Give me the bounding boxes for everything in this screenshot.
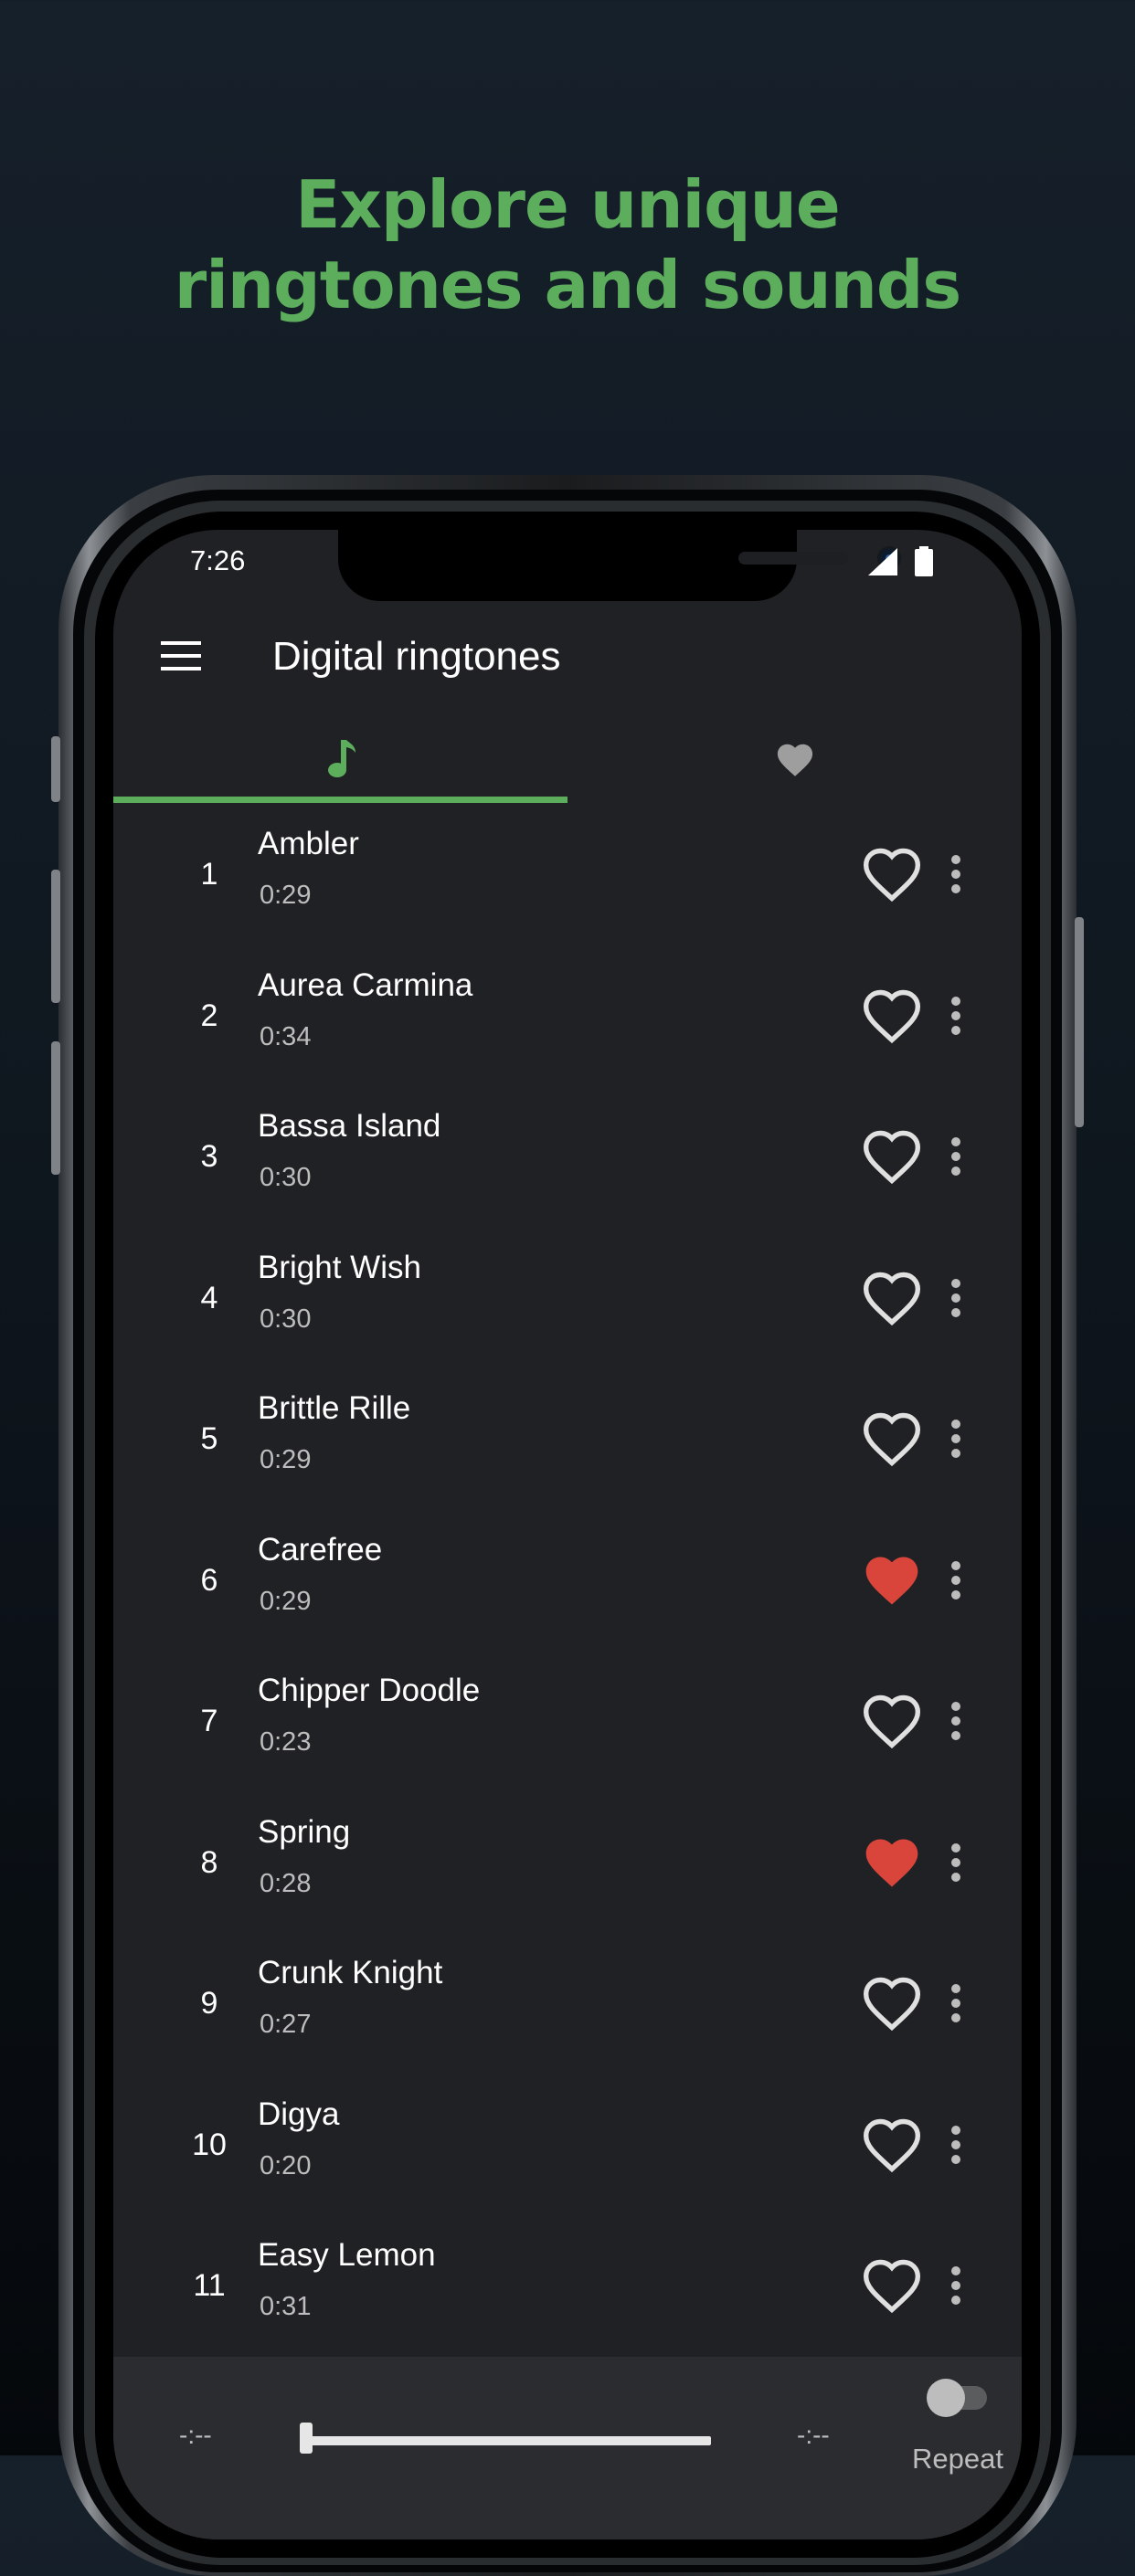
ringtone-number: 2 — [200, 998, 218, 1033]
signal-icon — [868, 548, 897, 575]
ringtone-number: 5 — [200, 1421, 218, 1456]
ringtone-duration: 0:23 — [260, 1727, 312, 1757]
player-bar: -:-- -:-- Repeat — [113, 2357, 1022, 2539]
ringtone-number: 4 — [200, 1280, 218, 1315]
ringtone-duration: 0:34 — [260, 1021, 312, 1051]
favorite-outline-icon[interactable] — [861, 1408, 923, 1470]
remaining-time: -:-- — [797, 2421, 830, 2449]
ringtone-row[interactable]: 2 Aurea Carmina 0:34 — [113, 945, 1022, 1086]
headline-line-2: ringtones and sounds — [174, 247, 962, 323]
tab-all-ringtones[interactable] — [113, 713, 568, 804]
ringtone-number: 6 — [200, 1562, 218, 1598]
ringtone-row[interactable]: 8 Spring 0:28 — [113, 1792, 1022, 1933]
more-options-icon[interactable] — [928, 2258, 983, 2313]
ringtone-title: Crunk Knight — [258, 1955, 443, 1990]
more-options-icon[interactable] — [928, 1976, 983, 2031]
more-options-icon[interactable] — [928, 1271, 983, 1325]
ringtone-row[interactable]: 10 Digya 0:20 — [113, 2075, 1022, 2215]
ringtone-row[interactable]: 11 Easy Lemon 0:31 — [113, 2215, 1022, 2356]
phone-power-button — [1075, 917, 1084, 1127]
ringtone-row[interactable]: 7 Chipper Doodle 0:23 — [113, 1651, 1022, 1791]
ringtone-row[interactable]: 9 Crunk Knight 0:27 — [113, 1933, 1022, 2074]
tab-favorites[interactable] — [568, 713, 1022, 804]
status-time: 7:26 — [190, 544, 246, 576]
repeat-label: Repeat — [912, 2443, 1003, 2475]
ringtone-title: Carefree — [258, 1531, 383, 1568]
ringtone-row[interactable]: 1 Ambler 0:29 — [113, 804, 1022, 945]
favorite-filled-icon[interactable] — [861, 1549, 923, 1611]
status-icons — [865, 546, 947, 577]
music-note-icon — [327, 740, 355, 777]
ringtone-title: Spring — [258, 1813, 351, 1850]
more-options-icon[interactable] — [928, 847, 983, 902]
ringtone-number: 8 — [200, 1844, 218, 1880]
ringtone-number: 11 — [193, 2268, 226, 2303]
ringtone-number: 9 — [200, 1986, 218, 2021]
more-options-icon[interactable] — [928, 1835, 983, 1890]
page-title: Digital ringtones — [272, 634, 561, 679]
elapsed-time: -:-- — [179, 2421, 212, 2449]
speaker-grille — [738, 552, 848, 565]
favorite-outline-icon[interactable] — [861, 1125, 923, 1188]
ringtone-number: 3 — [200, 1139, 218, 1174]
favorite-outline-icon[interactable] — [861, 2114, 923, 2176]
menu-icon[interactable] — [154, 628, 208, 683]
battery-icon — [915, 546, 933, 576]
seek-bar[interactable] — [300, 2436, 711, 2445]
notch — [338, 530, 901, 601]
ringtone-duration: 0:31 — [260, 2292, 312, 2321]
headline-line-1: Explore unique — [295, 166, 841, 243]
more-options-icon[interactable] — [928, 1553, 983, 1608]
ringtone-title: Digya — [258, 2096, 340, 2132]
heart-icon — [777, 744, 812, 776]
ringtone-duration: 0:27 — [260, 2010, 312, 2039]
ringtone-row[interactable]: 5 Brittle Rille 0:29 — [113, 1368, 1022, 1509]
more-options-icon[interactable] — [928, 988, 983, 1043]
phone-volume-up — [51, 870, 60, 1003]
ringtone-title: Chipper Doodle — [258, 1673, 481, 1708]
ringtone-title: Aurea Carmina — [258, 966, 473, 1003]
phone-volume-down — [51, 1041, 60, 1175]
ringtone-number: 10 — [192, 2127, 227, 2162]
ringtone-duration: 0:30 — [260, 1304, 312, 1334]
more-options-icon[interactable] — [928, 1411, 983, 1466]
ringtone-duration: 0:29 — [260, 1586, 312, 1616]
ringtone-number: 7 — [200, 1704, 218, 1738]
ringtone-duration: 0:29 — [260, 1445, 312, 1474]
tab-bar — [113, 713, 1022, 804]
ringtone-title: Bright Wish — [258, 1249, 421, 1285]
favorite-outline-icon[interactable] — [861, 843, 923, 905]
favorite-outline-icon[interactable] — [861, 1267, 923, 1329]
ringtone-row[interactable]: 3 Bassa Island 0:30 — [113, 1086, 1022, 1227]
ringtone-duration: 0:20 — [260, 2150, 312, 2180]
phone-screen: 7:26 Digital ringtones 1 Ambler 0:29 2 A… — [113, 530, 1022, 2539]
favorite-outline-icon[interactable] — [861, 2254, 923, 2317]
app-bar: Digital ringtones — [113, 607, 1022, 716]
favorite-filled-icon[interactable] — [861, 1832, 923, 1894]
repeat-toggle-thumb[interactable] — [927, 2379, 965, 2417]
more-options-icon[interactable] — [928, 2117, 983, 2172]
ringtone-row[interactable]: 6 Carefree 0:29 — [113, 1510, 1022, 1651]
more-options-icon[interactable] — [928, 1129, 983, 1184]
favorite-outline-icon[interactable] — [861, 1690, 923, 1752]
ringtone-title: Brittle Rille — [258, 1390, 411, 1426]
ringtone-duration: 0:30 — [260, 1163, 312, 1192]
ringtone-number: 1 — [200, 857, 218, 892]
ringtone-title: Easy Lemon — [258, 2237, 436, 2273]
seek-thumb[interactable] — [300, 2423, 313, 2454]
ringtone-duration: 0:28 — [260, 1868, 312, 1898]
favorite-outline-icon[interactable] — [861, 985, 923, 1047]
phone-mute-switch — [51, 736, 60, 802]
favorite-outline-icon[interactable] — [861, 1972, 923, 2034]
ringtone-row[interactable]: 4 Bright Wish 0:30 — [113, 1228, 1022, 1368]
tab-indicator — [113, 797, 568, 803]
ringtone-duration: 0:29 — [260, 881, 312, 910]
more-options-icon[interactable] — [928, 1694, 983, 1748]
ringtone-title: Bassa Island — [258, 1108, 441, 1144]
ringtone-title: Ambler — [258, 826, 359, 861]
promo-headline: Explore unique ringtones and sounds — [0, 164, 1135, 325]
